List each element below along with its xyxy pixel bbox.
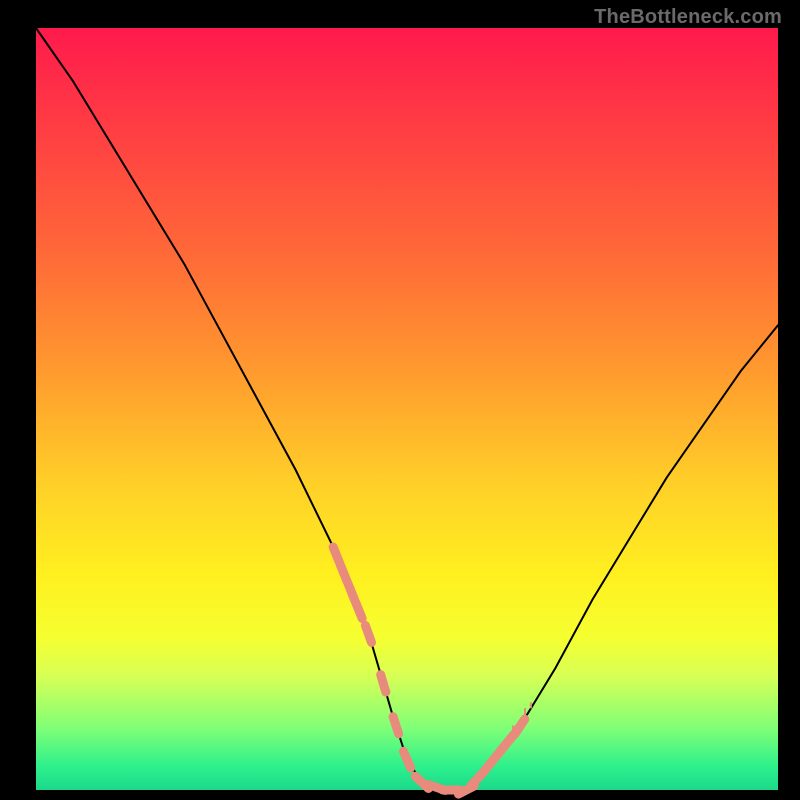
watermark-text: TheBottleneck.com: [594, 6, 782, 29]
near-optimal-markers: [333, 547, 525, 794]
marker-dash: [365, 626, 371, 643]
marker-dash: [403, 751, 410, 768]
plot-area: [36, 28, 778, 790]
curve-layer: [36, 28, 778, 790]
chart-frame: TheBottleneck.com: [0, 0, 800, 800]
marker-dash: [355, 602, 362, 619]
marker-dash: [381, 675, 386, 692]
bottleneck-curve: [36, 28, 778, 790]
marker-dash: [393, 717, 399, 734]
